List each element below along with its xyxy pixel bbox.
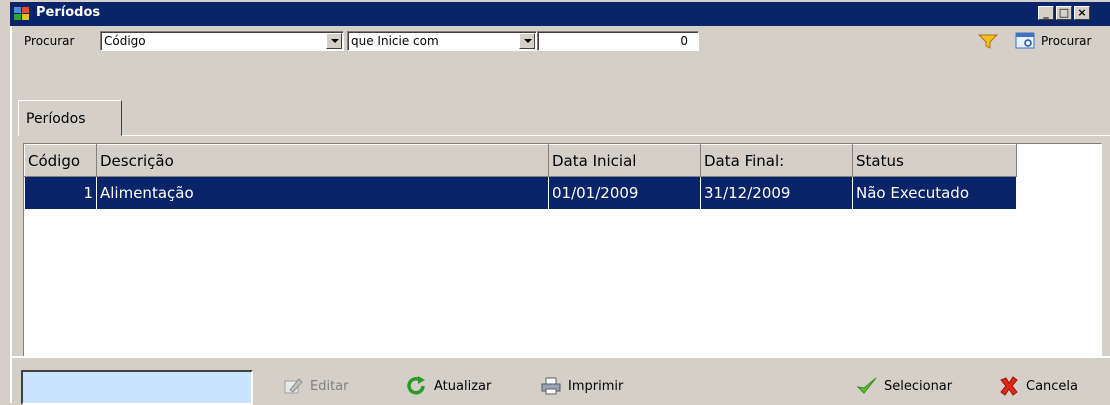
- search-icon: [1015, 32, 1035, 49]
- print-button[interactable]: Imprimir: [540, 376, 623, 396]
- cancel-button-label: Cancela: [1026, 378, 1079, 394]
- close-button[interactable]: ×: [1074, 6, 1090, 20]
- quick-search-input[interactable]: [21, 370, 253, 405]
- search-value-input[interactable]: 0: [537, 31, 699, 51]
- filter-button[interactable]: [977, 30, 999, 52]
- search-bar: Procurar Código que Inicie com 0 Procura…: [12, 26, 1110, 56]
- cell-data-inicial: 01/01/2009: [548, 176, 701, 209]
- filter-icon: [977, 34, 999, 49]
- window-title: Períodos: [36, 5, 101, 20]
- pencil-icon: [284, 378, 303, 394]
- refresh-button-label: Atualizar: [434, 378, 492, 394]
- column-header-data-final[interactable]: Data Final:: [700, 144, 853, 177]
- minimize-button[interactable]: _: [1038, 6, 1054, 20]
- refresh-button[interactable]: Atualizar: [406, 376, 491, 396]
- periods-table: Código Descrição Data Inicial Data Final…: [24, 144, 1017, 209]
- table-row[interactable]: 1 Alimentação 01/01/2009 31/12/2009 Não …: [24, 176, 1017, 209]
- column-header-descricao[interactable]: Descrição: [96, 144, 549, 177]
- search-operator-select[interactable]: que Inicie com: [347, 31, 537, 51]
- search-field-value: Código: [104, 34, 146, 48]
- tab-periodos[interactable]: Períodos: [18, 100, 122, 136]
- search-button-label: Procurar: [1041, 34, 1092, 48]
- printer-icon: [541, 377, 561, 395]
- search-label: Procurar: [24, 34, 75, 48]
- column-header-data-inicial[interactable]: Data Inicial: [548, 144, 701, 177]
- print-button-label: Imprimir: [568, 378, 624, 394]
- app-icon: [14, 7, 29, 20]
- close-icon: [1000, 376, 1018, 396]
- cell-descricao: Alimentação: [96, 176, 549, 209]
- title-bar: Períodos _ □ ×: [10, 0, 1110, 26]
- refresh-icon: [407, 376, 425, 395]
- chevron-down-icon[interactable]: [326, 33, 342, 49]
- search-value-text: 0: [680, 34, 688, 48]
- periods-grid[interactable]: Código Descrição Data Inicial Data Final…: [23, 143, 1102, 357]
- cell-data-final: 31/12/2009: [700, 176, 853, 209]
- column-header-status[interactable]: Status: [852, 144, 1017, 177]
- edit-button-label: Editar: [310, 378, 349, 394]
- cell-status: Não Executado: [852, 176, 1017, 209]
- edit-button[interactable]: Editar: [282, 376, 349, 396]
- cell-codigo: 1: [24, 176, 97, 209]
- search-field-select[interactable]: Código: [100, 31, 344, 51]
- tab-divider: [122, 135, 1110, 136]
- search-button[interactable]: Procurar: [1014, 30, 1091, 52]
- search-operator-value: que Inicie com: [351, 34, 439, 48]
- select-button-label: Selecionar: [884, 378, 953, 394]
- chevron-down-icon[interactable]: [519, 33, 535, 49]
- select-button[interactable]: Selecionar: [856, 376, 952, 396]
- column-header-codigo[interactable]: Código: [24, 144, 97, 177]
- bottom-toolbar: Editar Atualizar Imprimir Selecionar Can…: [10, 356, 1110, 405]
- maximize-button[interactable]: □: [1056, 6, 1072, 20]
- checkmark-icon: [856, 377, 877, 394]
- cancel-button[interactable]: Cancela: [998, 376, 1078, 396]
